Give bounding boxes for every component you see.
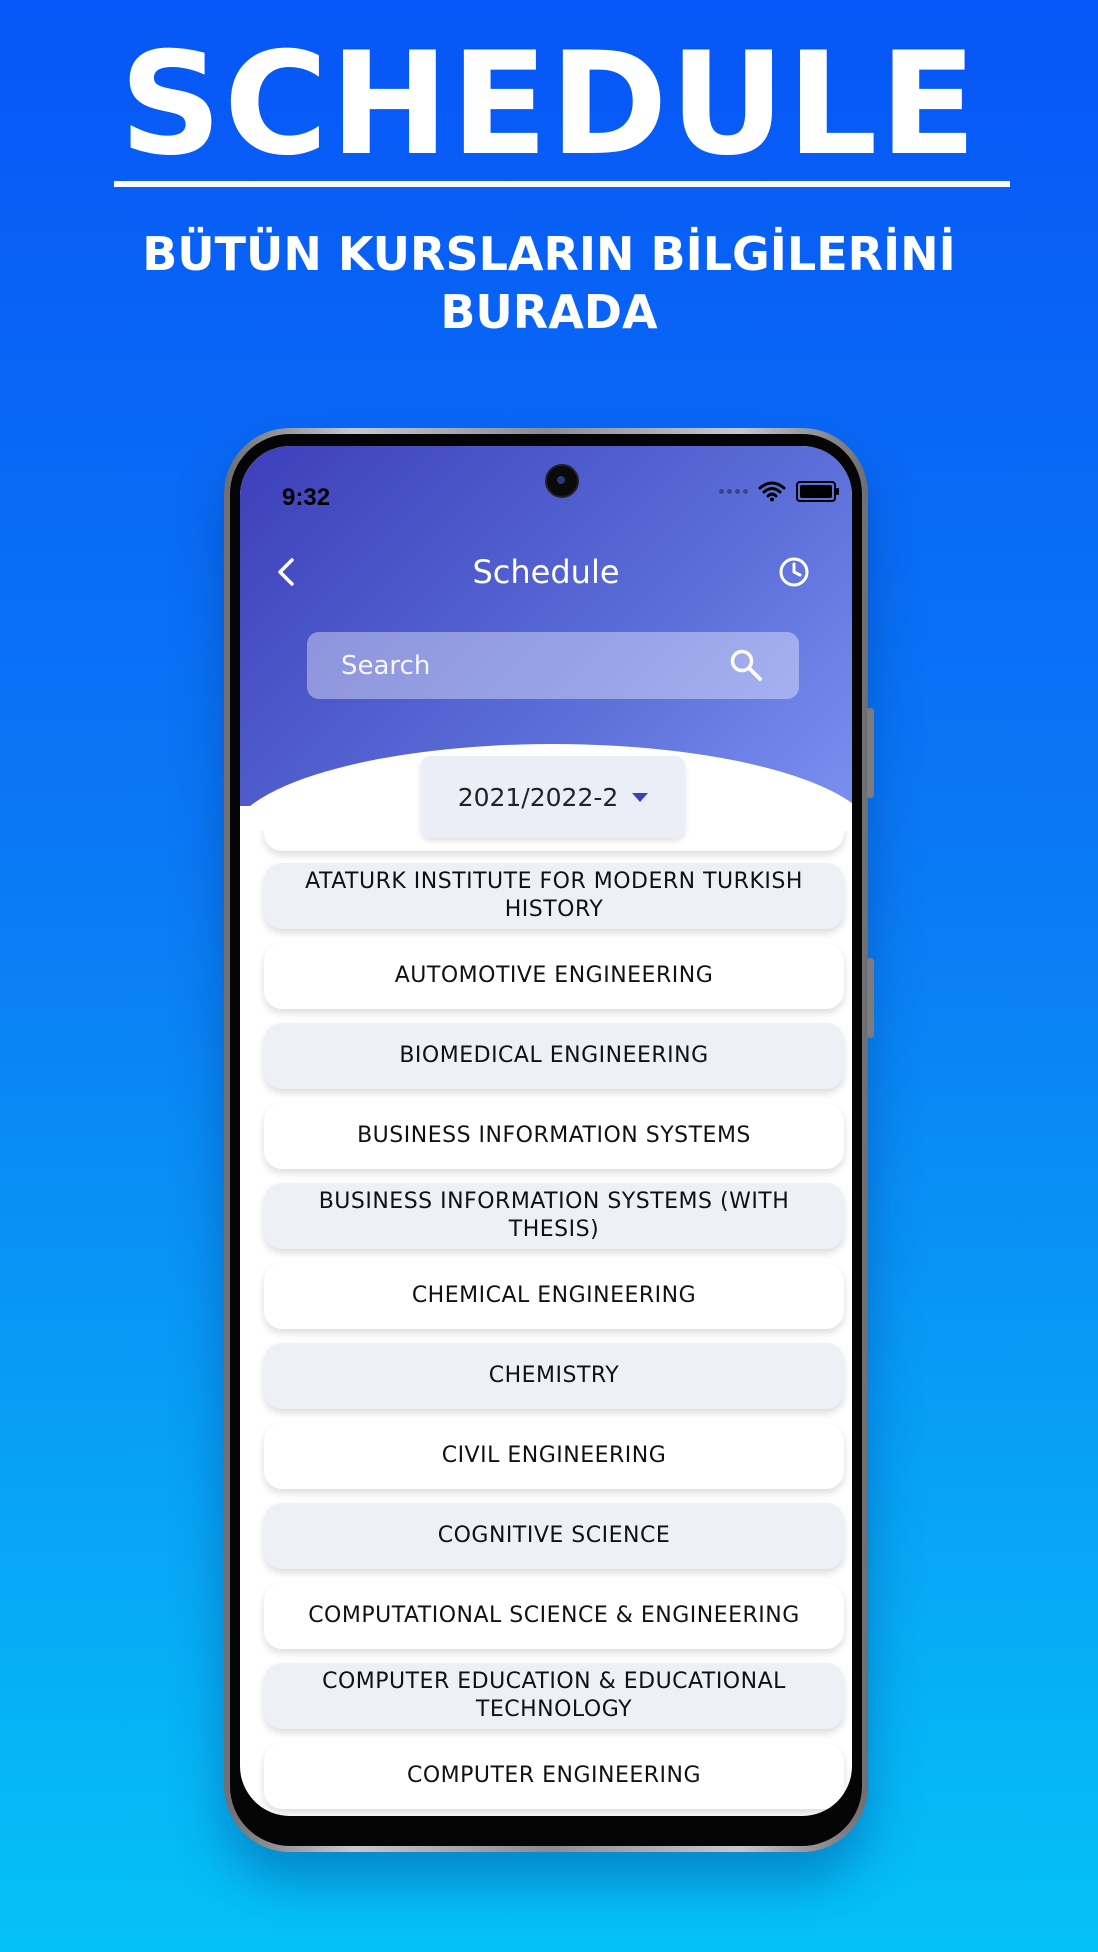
promo-divider (114, 181, 1010, 187)
status-time: 9:32 (282, 484, 331, 511)
front-camera (545, 464, 579, 498)
promo-subtitle-line-1: BÜTÜN KURSLARIN BİLGİLERİNİ (142, 227, 956, 281)
list-item[interactable]: COMPUTER EDUCATION & EDUCATIONAL TECHNOL… (264, 1663, 844, 1729)
app-screen: 9:32 Schedule Search ATATURK INSTITUTE F… (240, 446, 852, 1816)
wifi-icon (758, 481, 786, 502)
list-item[interactable]: CHEMISTRY (264, 1343, 844, 1409)
search-icon[interactable] (729, 648, 763, 682)
phone-bezel: 9:32 Schedule Search ATATURK INSTITUTE F… (230, 434, 862, 1846)
power-button (867, 958, 874, 1038)
screen-title: Schedule (472, 553, 620, 591)
volume-button (867, 708, 874, 798)
list-item[interactable]: ATATURK INSTITUTE FOR MODERN TURKISH HIS… (264, 863, 844, 929)
course-list[interactable]: ATATURK INSTITUTE FOR MODERN TURKISH HIS… (240, 831, 852, 1816)
battery-icon (796, 480, 839, 502)
list-item[interactable]: COGNITIVE SCIENCE (264, 1503, 844, 1569)
list-item[interactable]: BUSINESS INFORMATION SYSTEMS (264, 1103, 844, 1169)
list-item[interactable]: AUTOMOTIVE ENGINEERING (264, 943, 844, 1009)
term-value: 2021/2022-2 (457, 782, 619, 812)
search-input[interactable] (307, 632, 721, 699)
signal-icon (719, 488, 748, 494)
list-item[interactable]: BUSINESS INFORMATION SYSTEMS (WITH THESI… (264, 1183, 844, 1249)
list-item[interactable]: CHEMICAL ENGINEERING (264, 1263, 844, 1329)
list-item[interactable]: COMPUTER ENGINEERING (264, 1743, 844, 1809)
promo-title: SCHEDULE (119, 22, 979, 187)
search-bar[interactable] (307, 632, 799, 699)
clock-icon[interactable] (776, 554, 812, 590)
caret-down-icon (632, 792, 649, 802)
term-dropdown[interactable]: 2021/2022-2 (421, 756, 685, 838)
list-item[interactable]: CIVIL ENGINEERING (264, 1423, 844, 1489)
list-item[interactable]: COMPUTATIONAL SCIENCE & ENGINEERING (264, 1583, 844, 1649)
list-item[interactable]: BIOMEDICAL ENGINEERING (264, 1023, 844, 1089)
status-icons (719, 480, 839, 502)
promo-subtitle-line-2: BURADA (440, 285, 658, 339)
phone-frame: 9:32 Schedule Search ATATURK INSTITUTE F… (224, 428, 874, 1852)
promo-subtitle: BÜTÜN KURSLARIN BİLGİLERİNİ BURADA (120, 225, 978, 341)
